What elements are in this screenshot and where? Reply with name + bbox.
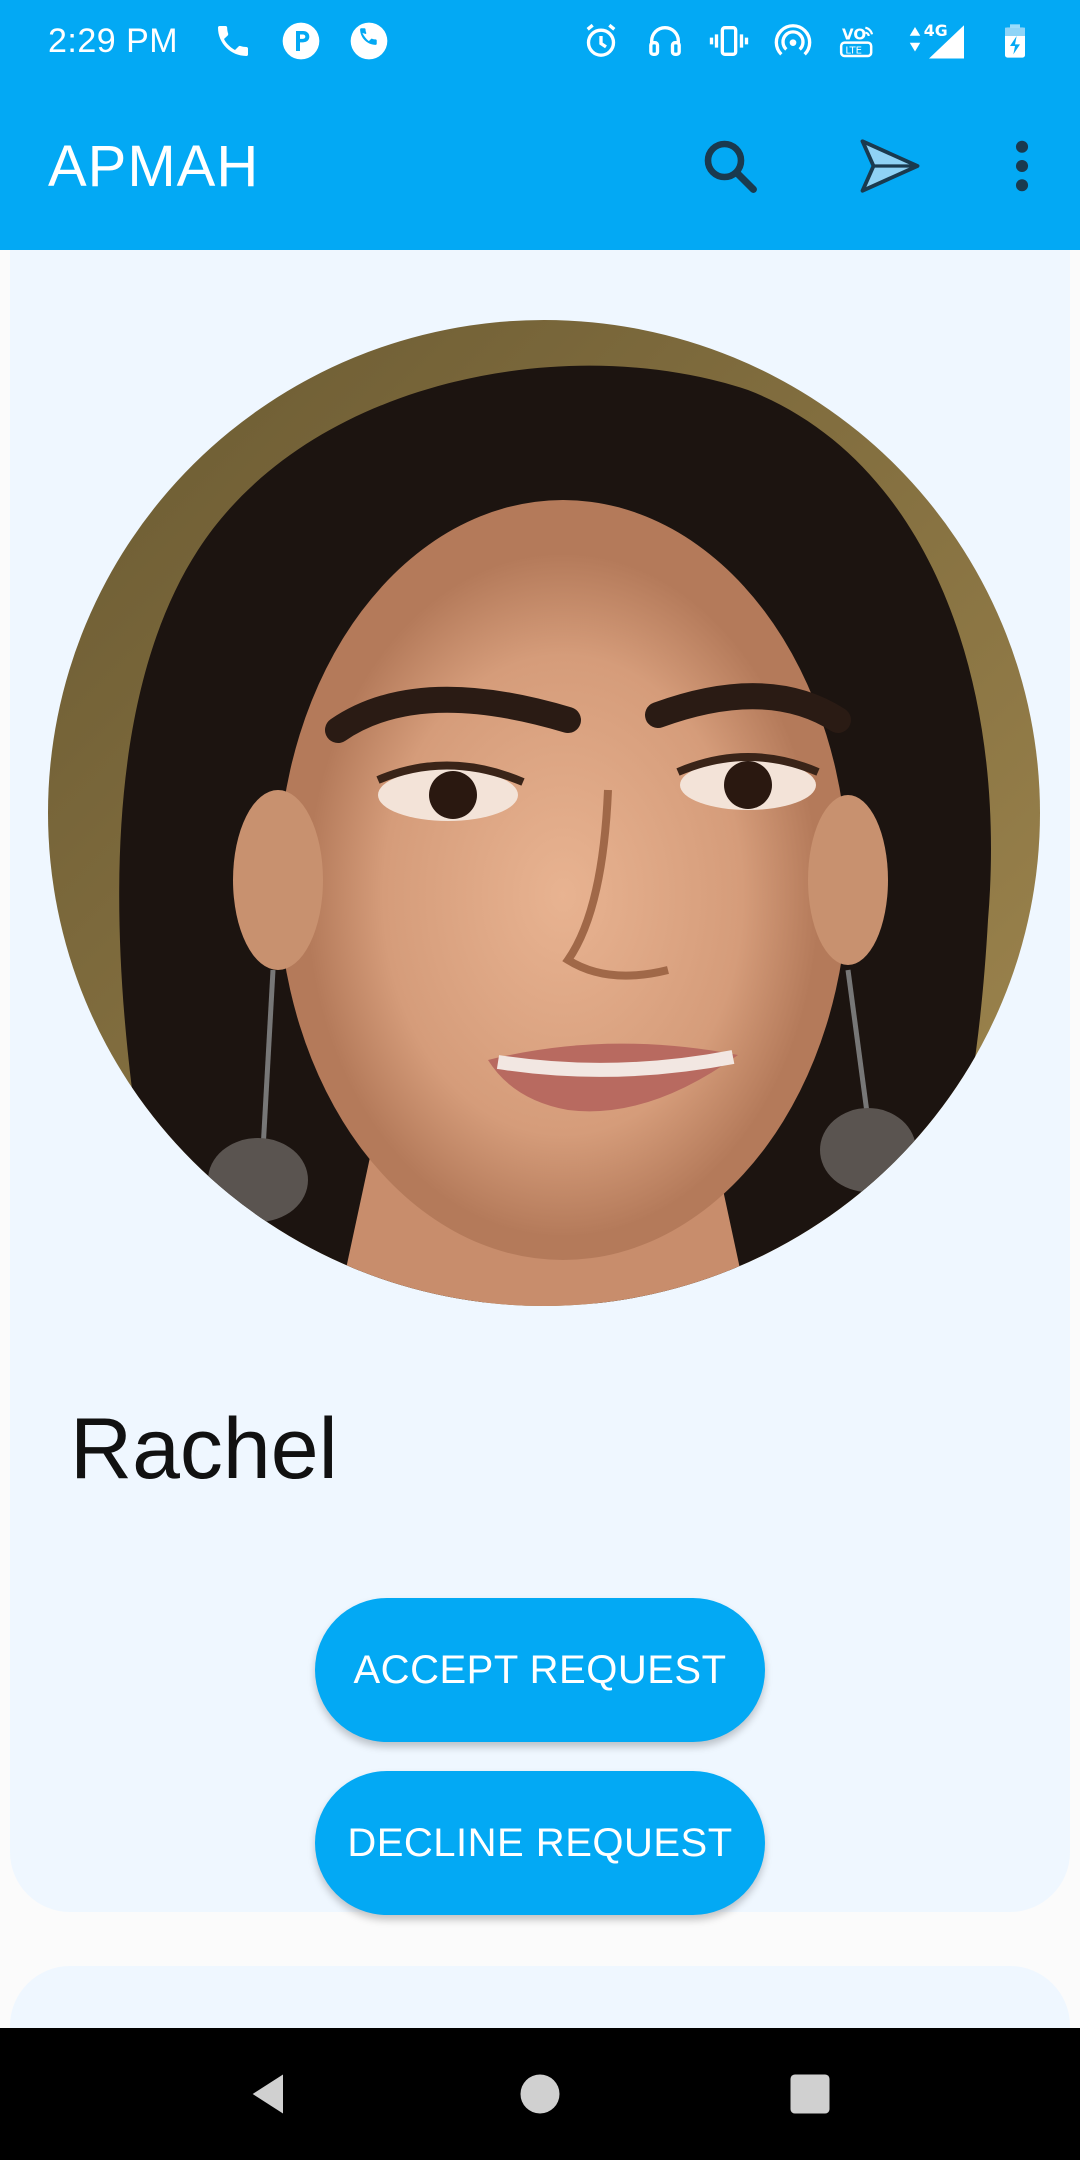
- svg-text:LTE: LTE: [845, 46, 862, 57]
- home-button[interactable]: [495, 2049, 585, 2139]
- alarm-icon: [580, 20, 622, 62]
- profile-photo: [48, 320, 1040, 1306]
- app-title: APMAH: [48, 133, 260, 199]
- recents-button[interactable]: [765, 2049, 855, 2139]
- recents-icon: [790, 2074, 830, 2114]
- network-label: 4G: [924, 21, 948, 40]
- more-vert-icon: [1015, 140, 1029, 192]
- signal-icon: 4G: [900, 20, 972, 62]
- status-time: 2:29 PM: [48, 21, 179, 60]
- profile-photo-image: [48, 320, 1040, 1306]
- svg-text:VO: VO: [842, 25, 866, 43]
- decline-request-button[interactable]: DECLINE REQUEST: [315, 1771, 765, 1915]
- vibrate-icon: [708, 20, 750, 62]
- profile-name: Rachel: [70, 1401, 338, 1497]
- system-nav-bar: [0, 2028, 1080, 2160]
- home-icon: [520, 2074, 560, 2114]
- whatsapp-icon: [348, 20, 390, 62]
- volte-icon: VO LTE: [836, 20, 878, 62]
- friend-request-card: Rachel ACCEPT REQUEST DECLINE REQUEST: [10, 250, 1070, 1915]
- back-icon: [252, 2074, 283, 2114]
- battery-charging-icon: [994, 20, 1036, 62]
- screen: 2:29 PM VO LTE 4G APMAH Rachel ACCEPT RE…: [0, 0, 1080, 2160]
- app-bar: APMAH: [0, 82, 1080, 250]
- status-right-icons: VO LTE 4G: [580, 20, 1036, 62]
- app-actions: [668, 82, 1080, 250]
- hotspot-icon: [772, 20, 814, 62]
- search-button[interactable]: [668, 104, 792, 228]
- search-icon: [704, 140, 757, 193]
- send-button[interactable]: [828, 104, 952, 228]
- send-icon: [860, 139, 920, 193]
- phone-icon: [212, 20, 254, 62]
- accept-request-button[interactable]: ACCEPT REQUEST: [315, 1598, 765, 1742]
- status-bar: 2:29 PM VO LTE 4G: [0, 0, 1080, 82]
- headset-icon: [644, 20, 686, 62]
- back-button[interactable]: [225, 2049, 315, 2139]
- overflow-menu-button[interactable]: [982, 104, 1062, 228]
- paytm-icon: [280, 20, 322, 62]
- status-left-icons: [212, 20, 390, 62]
